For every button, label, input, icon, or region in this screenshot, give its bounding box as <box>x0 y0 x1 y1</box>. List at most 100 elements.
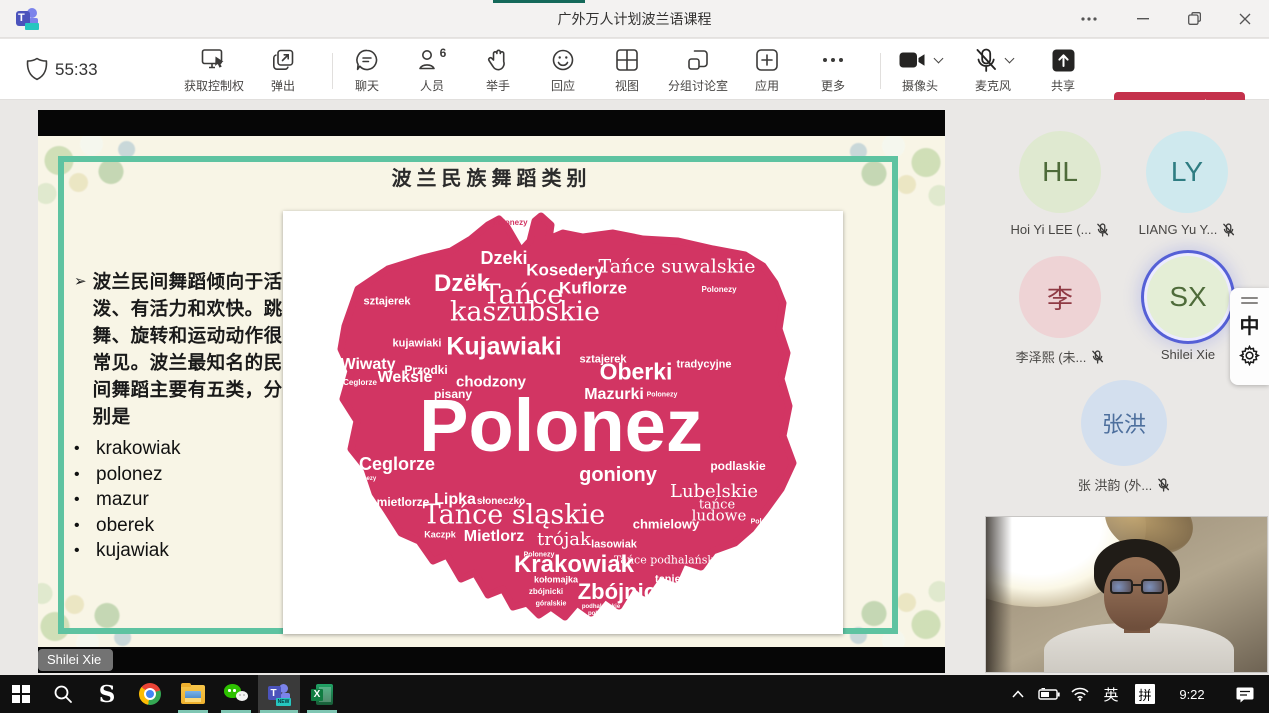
take-control-button[interactable]: 获取控制权 <box>178 46 250 96</box>
dance-name: oberek <box>96 513 154 539</box>
file-explorer-button[interactable] <box>172 675 214 713</box>
gear-icon <box>1239 345 1260 366</box>
s-app-button[interactable]: S <box>86 675 128 713</box>
mic-options-chevron[interactable] <box>1004 53 1014 63</box>
minimize-button[interactable] <box>1120 0 1166 37</box>
meeting-stage: 波兰民族舞蹈类别 ➢ 波兰民间舞蹈倾向于活泼、有活力和欢快。跳舞、旋转和运动动作… <box>0 100 1269 675</box>
wechat-button[interactable] <box>215 675 257 713</box>
chrome-icon <box>139 683 161 705</box>
breakout-rooms-button[interactable]: 分组讨论室 <box>660 46 736 96</box>
raise-hand-button[interactable]: 举手 <box>474 46 522 96</box>
mic-muted-icon <box>974 48 998 73</box>
start-button[interactable] <box>0 675 42 713</box>
avatar: SX <box>1147 256 1229 338</box>
bullet-item: •oberek <box>74 513 289 539</box>
participant-tile[interactable]: HLHoi Yi LEE (... <box>990 131 1130 237</box>
windows-taskbar: S <box>0 675 1269 713</box>
camera-on-icon <box>899 51 926 69</box>
windows-logo-icon <box>12 685 30 703</box>
arrow-bullet-marker: ➢ <box>74 268 87 430</box>
teams-taskbar-button[interactable]: T NEW <box>258 675 300 713</box>
wordcloud-word: goniony <box>579 465 657 485</box>
wordcloud-word: góralskie <box>536 601 567 608</box>
wordcloud-word: Ceglorze <box>343 379 377 387</box>
presenter-name-tag: Shilei Xie <box>38 649 113 671</box>
react-smiley-icon <box>551 46 575 74</box>
wordcloud-word: Dzëk <box>434 272 490 296</box>
search-button[interactable] <box>42 675 84 713</box>
wordcloud-word: Ceglorze <box>359 455 435 473</box>
share-icon <box>1052 46 1075 74</box>
wordcloud-word: tradycyjne <box>676 360 731 371</box>
participant-tile[interactable]: 张洪张 洪韵 (外... <box>1054 380 1194 494</box>
wordcloud-word: mietlorze <box>377 496 430 508</box>
participant-name: Shilei Xie <box>1161 347 1215 362</box>
camera-button[interactable]: 摄像头 <box>890 46 950 96</box>
tray-expand-button[interactable] <box>1003 675 1033 713</box>
view-grid-icon <box>615 46 639 74</box>
wordcloud-word: zbójnicki <box>529 588 563 596</box>
self-video-feed[interactable] <box>985 516 1268 673</box>
apps-plus-icon <box>755 46 779 74</box>
camera-options-chevron[interactable] <box>933 53 943 63</box>
dance-name: polonez <box>96 462 163 488</box>
people-icon: 6 <box>418 46 447 74</box>
screen-share-region[interactable]: 波兰民族舞蹈类别 ➢ 波兰民间舞蹈倾向于活泼、有活力和欢快。跳舞、旋转和运动动作… <box>38 110 945 673</box>
clock[interactable]: 9:22 <box>1163 675 1221 713</box>
participant-name: LIANG Yu Y... <box>1139 222 1218 237</box>
system-tray: 英 拼 9:22 <box>1003 675 1269 713</box>
mic-muted-icon <box>1222 223 1235 237</box>
action-center-button[interactable] <box>1221 675 1269 713</box>
wordcloud-word: Mietlorz <box>464 529 524 545</box>
share-button[interactable]: 共享 <box>1040 46 1086 96</box>
avatar: 李 <box>1019 256 1101 338</box>
mic-muted-icon <box>1091 350 1104 364</box>
slide-text-block: ➢ 波兰民间舞蹈倾向于活泼、有活力和欢快。跳舞、旋转和运动动作很常见。波兰最知名… <box>74 268 289 564</box>
wordcloud-word: kołomajka <box>534 576 578 585</box>
bullet-item: •kujawiak <box>74 538 289 564</box>
toolbar-separator <box>332 53 333 89</box>
ime-mode-indicator[interactable]: 拼 <box>1127 675 1163 713</box>
language-indicator[interactable]: 英 <box>1095 675 1127 713</box>
settings-gear-button[interactable] <box>1230 345 1269 366</box>
drag-handle[interactable] <box>1241 297 1258 304</box>
mic-muted-icon <box>1096 223 1109 237</box>
chat-icon <box>355 46 379 74</box>
wordcloud-word: chmielowy <box>633 518 699 531</box>
participant-tile[interactable]: LYLIANG Yu Y... <box>1117 131 1257 237</box>
teams-taskbar-icon: T NEW <box>267 682 291 706</box>
wordcloud-word: Polonezy <box>751 519 782 526</box>
chrome-button[interactable] <box>129 675 171 713</box>
wordcloud-word: Tańce śląskie <box>423 502 606 529</box>
view-button[interactable]: 视图 <box>603 46 651 96</box>
wordcloud-word: Tańce podhalańskie <box>614 555 724 566</box>
chat-button[interactable]: 聊天 <box>343 46 391 96</box>
wordcloud-word: podhalańskie <box>582 604 620 610</box>
participant-tile[interactable]: 李李泽熙 (未... <box>990 256 1130 366</box>
apps-button[interactable]: 应用 <box>743 46 791 96</box>
popout-button[interactable]: 弹出 <box>258 46 308 96</box>
maximize-restore-button[interactable] <box>1171 0 1217 37</box>
ime-tool-button[interactable]: 中 <box>1230 310 1269 339</box>
more-button[interactable]: 更多 <box>809 46 857 96</box>
wifi-icon <box>1071 687 1089 701</box>
close-button[interactable] <box>1222 0 1268 37</box>
battery-indicator[interactable] <box>1033 675 1065 713</box>
bullet-item: •krakowiak <box>74 436 289 462</box>
title-bar: T 广外万人计划波兰语课程 <box>0 0 1269 38</box>
mic-muted-icon <box>1157 478 1170 492</box>
react-button[interactable]: 回应 <box>539 46 587 96</box>
battery-icon <box>1038 688 1060 700</box>
background-accent-strip <box>493 0 585 3</box>
titlebar-more-button[interactable] <box>1066 0 1112 37</box>
side-float-panel: 中 <box>1230 288 1269 385</box>
avatar: HL <box>1019 131 1101 213</box>
mic-button[interactable]: 麦克风 <box>962 46 1024 96</box>
person-glasses <box>1110 579 1164 595</box>
wifi-indicator[interactable] <box>1065 675 1095 713</box>
wechat-icon <box>224 684 248 704</box>
wordcloud-word: Kujawiaki <box>446 335 561 360</box>
people-button[interactable]: 6 人员 <box>408 46 456 96</box>
notification-icon <box>1236 686 1254 703</box>
excel-button[interactable]: X <box>301 675 343 713</box>
